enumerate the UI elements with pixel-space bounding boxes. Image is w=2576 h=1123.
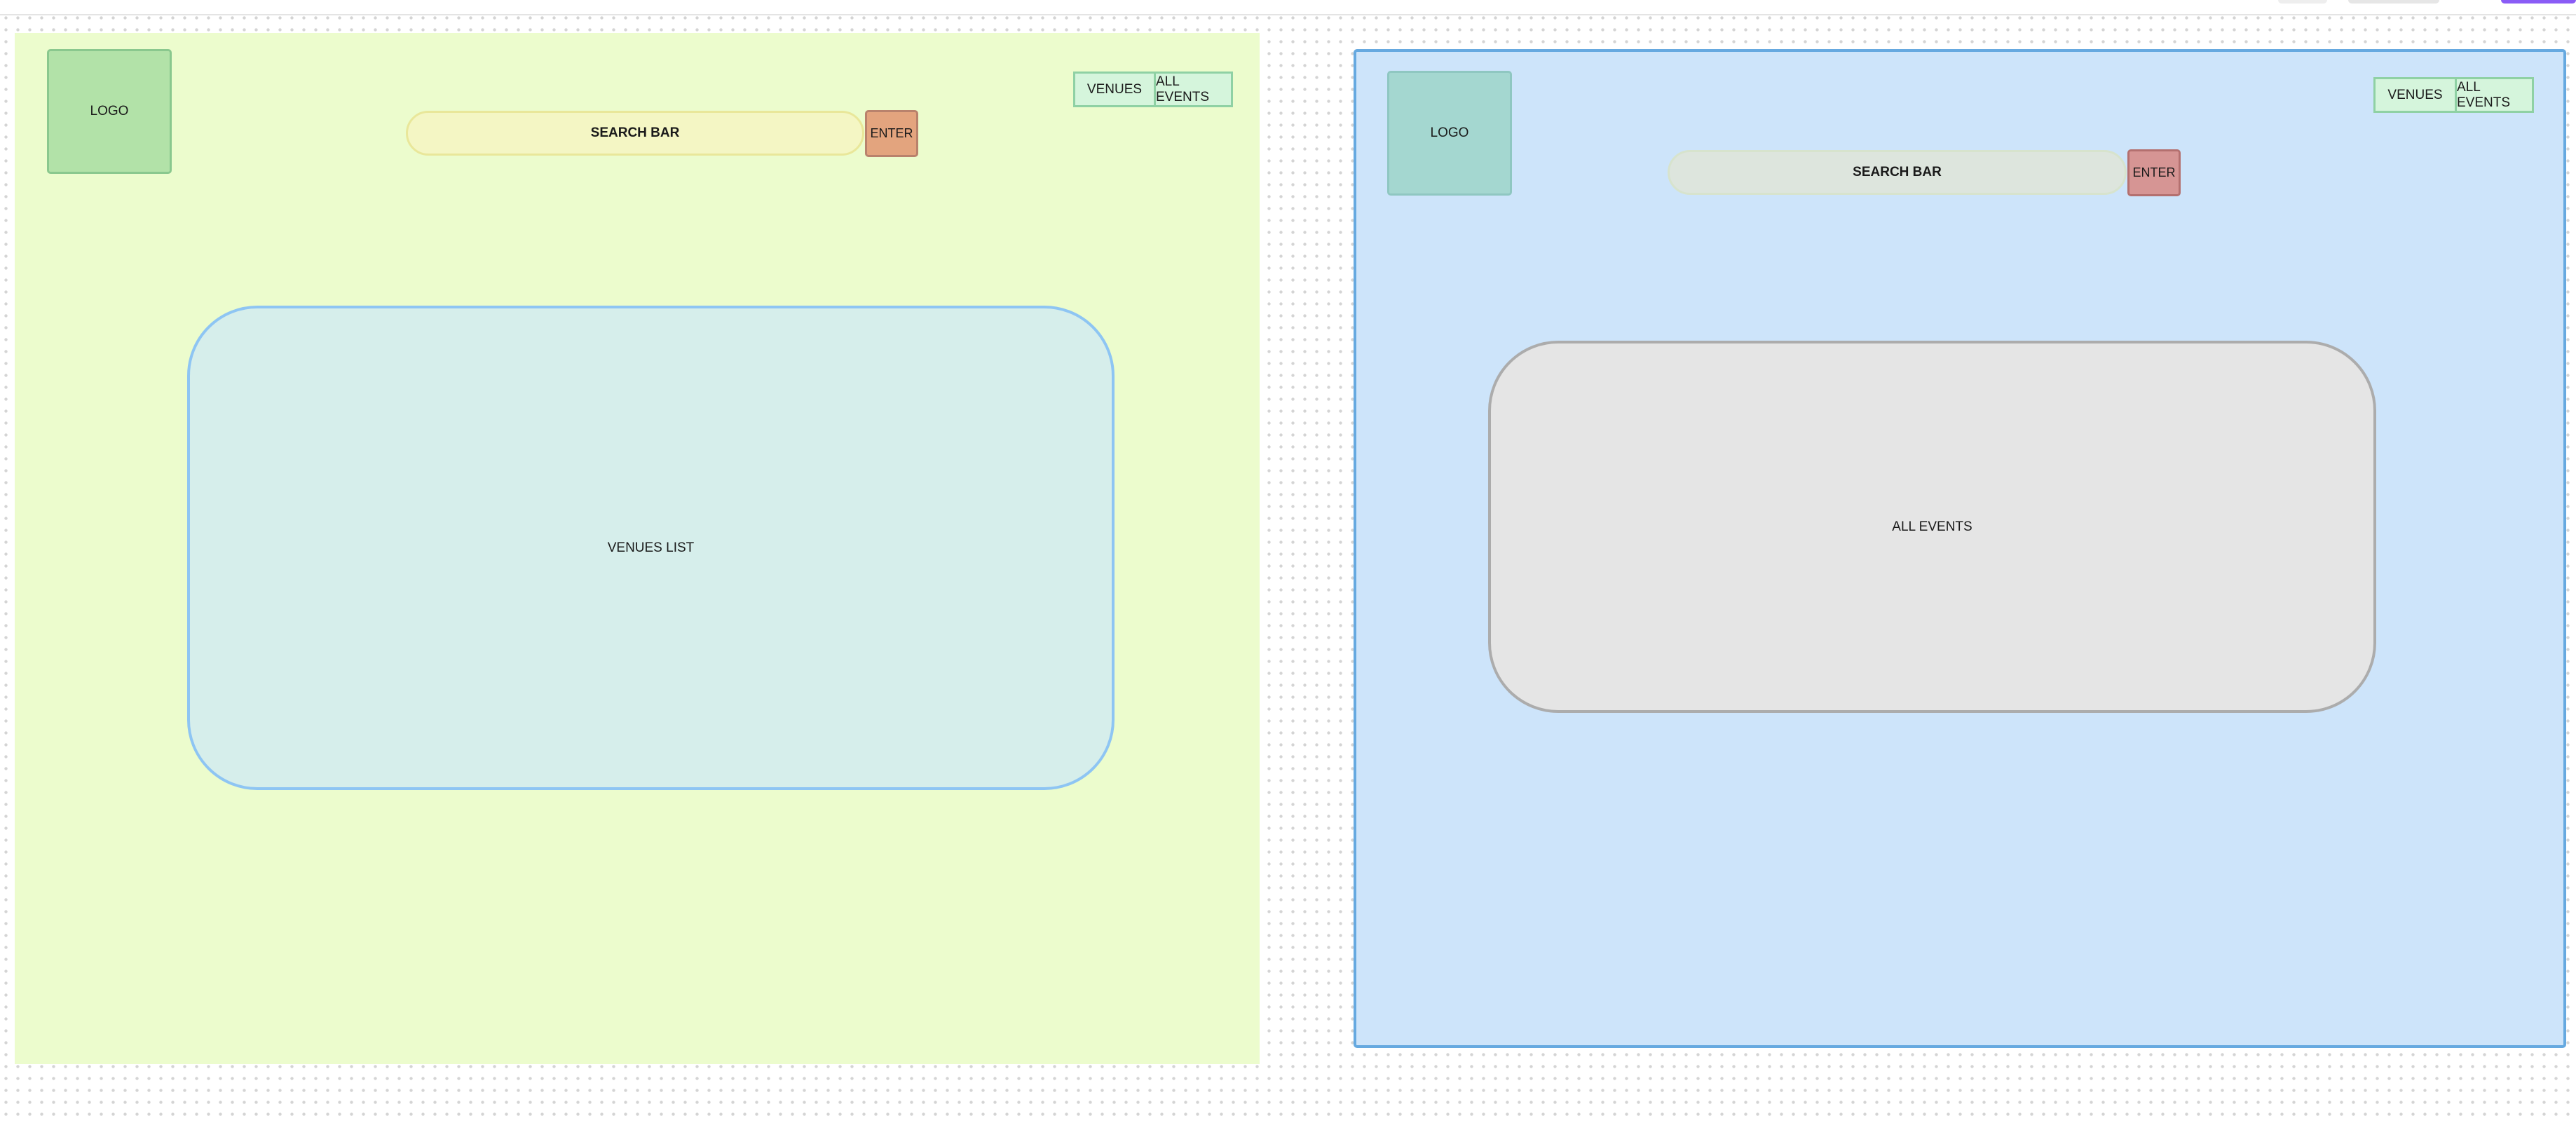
tab-all-events[interactable]: ALL EVENTS bbox=[1154, 74, 1231, 105]
toolbar-primary-button[interactable] bbox=[2501, 0, 2576, 4]
logo-placeholder: LOGO bbox=[1387, 71, 1512, 196]
all-events-panel: ALL EVENTS bbox=[1488, 341, 2376, 713]
search-bar[interactable]: SEARCH BAR bbox=[1668, 150, 2127, 195]
nav-tabs: VENUES ALL EVENTS bbox=[2373, 77, 2534, 113]
toolbar-control[interactable] bbox=[2348, 0, 2439, 4]
search-bar[interactable]: SEARCH BAR bbox=[406, 111, 864, 156]
enter-button[interactable]: ENTER bbox=[2127, 149, 2181, 196]
enter-button[interactable]: ENTER bbox=[865, 110, 918, 157]
tab-venues[interactable]: VENUES bbox=[1075, 74, 1154, 105]
wireframe-all-events-page: LOGO SEARCH BAR ENTER VENUES ALL EVENTS … bbox=[1354, 49, 2566, 1048]
nav-tabs: VENUES ALL EVENTS bbox=[1073, 72, 1233, 107]
tab-all-events[interactable]: ALL EVENTS bbox=[2455, 79, 2532, 111]
wireframe-venues-page: LOGO SEARCH BAR ENTER VENUES ALL EVENTS … bbox=[15, 33, 1260, 1064]
top-toolbar bbox=[0, 0, 2576, 15]
logo-placeholder: LOGO bbox=[47, 49, 172, 174]
toolbar-control[interactable] bbox=[2278, 0, 2327, 4]
venues-list-panel: VENUES LIST bbox=[187, 306, 1115, 790]
tab-venues[interactable]: VENUES bbox=[2376, 79, 2455, 111]
